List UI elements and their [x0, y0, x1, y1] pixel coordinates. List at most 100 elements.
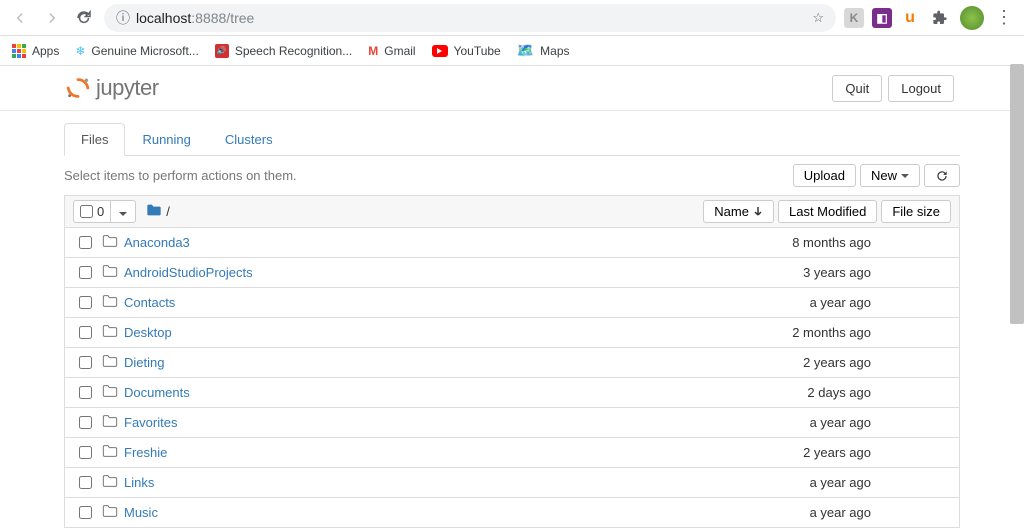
- file-name-link[interactable]: Desktop: [124, 325, 741, 340]
- bookmark-apps[interactable]: Apps: [12, 44, 59, 58]
- file-modified: 2 years ago: [741, 355, 891, 370]
- extensions-menu-icon[interactable]: [928, 6, 952, 30]
- reload-button[interactable]: [72, 6, 96, 30]
- file-modified: 8 months ago: [741, 235, 891, 250]
- file-modified: a year ago: [741, 475, 891, 490]
- file-row: Contactsa year ago: [64, 288, 960, 318]
- extension-purple-icon[interactable]: ◧: [872, 8, 892, 28]
- refresh-button[interactable]: [924, 164, 960, 187]
- select-dropdown[interactable]: [111, 201, 135, 222]
- list-header: 0 / Name Last Modified File size: [64, 195, 960, 228]
- breadcrumb-root[interactable]: /: [166, 204, 170, 219]
- row-checkbox[interactable]: [79, 386, 92, 399]
- file-name-link[interactable]: Contacts: [124, 295, 741, 310]
- chevron-down-icon: [119, 212, 127, 216]
- browser-menu-icon[interactable]: ⋮: [992, 6, 1016, 30]
- row-checkbox[interactable]: [79, 476, 92, 489]
- file-modified: a year ago: [741, 295, 891, 310]
- jupyter-logo-text: jupyter: [96, 75, 159, 101]
- file-name-link[interactable]: Links: [124, 475, 741, 490]
- bookmark-star-icon[interactable]: ☆: [812, 10, 824, 26]
- speech-icon: 🔊: [215, 44, 229, 58]
- row-checkbox[interactable]: [79, 266, 92, 279]
- file-name-link[interactable]: Favorites: [124, 415, 741, 430]
- url-text: localhost:8888/tree: [136, 10, 806, 26]
- snowflake-icon: ❄: [75, 44, 85, 58]
- forward-button[interactable]: [40, 6, 64, 30]
- folder-icon: [102, 444, 118, 461]
- file-modified: 2 years ago: [741, 445, 891, 460]
- file-row: Musica year ago: [64, 498, 960, 528]
- file-row: Documents2 days ago: [64, 378, 960, 408]
- folder-icon: [102, 384, 118, 401]
- refresh-icon: [935, 169, 949, 183]
- file-name-link[interactable]: Music: [124, 505, 741, 520]
- sort-modified-button[interactable]: Last Modified: [778, 200, 877, 223]
- scrollbar[interactable]: [1010, 64, 1024, 324]
- extension-icons: K ◧ u ⋮: [844, 6, 1016, 30]
- tab-clusters[interactable]: Clusters: [208, 123, 290, 156]
- file-modified: a year ago: [741, 505, 891, 520]
- row-checkbox[interactable]: [79, 506, 92, 519]
- apps-grid-icon: [12, 44, 26, 58]
- folder-icon: [102, 504, 118, 521]
- profile-avatar[interactable]: [960, 6, 984, 30]
- bookmark-youtube[interactable]: YouTube: [432, 44, 501, 58]
- folder-icon: [102, 474, 118, 491]
- sort-name-button[interactable]: Name: [703, 200, 774, 223]
- tab-files[interactable]: Files: [64, 123, 125, 156]
- file-name-link[interactable]: Freshie: [124, 445, 741, 460]
- jupyter-header: jupyter Quit Logout: [0, 66, 1024, 111]
- folder-icon: [102, 324, 118, 341]
- file-name-link[interactable]: Anaconda3: [124, 235, 741, 250]
- upload-button[interactable]: Upload: [793, 164, 856, 187]
- jupyter-logo[interactable]: jupyter: [64, 74, 159, 102]
- select-all-group[interactable]: 0: [73, 200, 136, 223]
- file-row: Linksa year ago: [64, 468, 960, 498]
- logout-button[interactable]: Logout: [888, 75, 954, 102]
- row-checkbox[interactable]: [79, 296, 92, 309]
- file-list: 0 / Name Last Modified File size Anacond…: [0, 195, 1024, 528]
- extension-u-icon[interactable]: u: [900, 8, 920, 28]
- chevron-down-icon: [901, 174, 909, 178]
- sort-size-button[interactable]: File size: [881, 200, 951, 223]
- bookmark-gmail[interactable]: M Gmail: [368, 44, 415, 58]
- tab-running[interactable]: Running: [125, 123, 207, 156]
- file-row: Favoritesa year ago: [64, 408, 960, 438]
- folder-icon: [102, 294, 118, 311]
- file-name-link[interactable]: Documents: [124, 385, 741, 400]
- extension-k-icon[interactable]: K: [844, 8, 864, 28]
- file-name-link[interactable]: Dieting: [124, 355, 741, 370]
- file-modified: 2 days ago: [741, 385, 891, 400]
- folder-icon: [102, 354, 118, 371]
- bookmark-speech-recognition[interactable]: 🔊 Speech Recognition...: [215, 44, 352, 58]
- action-toolbar: Select items to perform actions on them.…: [0, 156, 1024, 195]
- bookmark-maps[interactable]: 🗺️ Maps: [517, 42, 570, 59]
- file-row: AndroidStudioProjects3 years ago: [64, 258, 960, 288]
- site-info-icon[interactable]: ⓘ: [116, 8, 130, 28]
- browser-toolbar: ⓘ localhost:8888/tree ☆ K ◧ u ⋮: [0, 0, 1024, 36]
- select-all-checkbox[interactable]: [80, 205, 93, 218]
- arrow-down-icon: [753, 204, 763, 219]
- file-row: Freshie2 years ago: [64, 438, 960, 468]
- back-button[interactable]: [8, 6, 32, 30]
- folder-icon: [102, 414, 118, 431]
- row-checkbox[interactable]: [79, 326, 92, 339]
- address-bar[interactable]: ⓘ localhost:8888/tree ☆: [104, 4, 836, 32]
- maps-icon: 🗺️: [517, 42, 534, 59]
- bookmarks-bar: Apps ❄ Genuine Microsoft... 🔊 Speech Rec…: [0, 36, 1024, 66]
- folder-icon: [102, 264, 118, 281]
- row-checkbox[interactable]: [79, 356, 92, 369]
- folder-icon: [102, 234, 118, 251]
- quit-button[interactable]: Quit: [832, 75, 882, 102]
- tabs: Files Running Clusters: [64, 123, 960, 156]
- row-checkbox[interactable]: [79, 446, 92, 459]
- row-checkbox[interactable]: [79, 416, 92, 429]
- file-row: Dieting2 years ago: [64, 348, 960, 378]
- bookmark-genuine-microsoft[interactable]: ❄ Genuine Microsoft...: [75, 44, 198, 58]
- new-button[interactable]: New: [860, 164, 920, 187]
- breadcrumb-folder-icon[interactable]: [146, 203, 162, 220]
- file-name-link[interactable]: AndroidStudioProjects: [124, 265, 741, 280]
- hint-text: Select items to perform actions on them.: [64, 168, 297, 183]
- row-checkbox[interactable]: [79, 236, 92, 249]
